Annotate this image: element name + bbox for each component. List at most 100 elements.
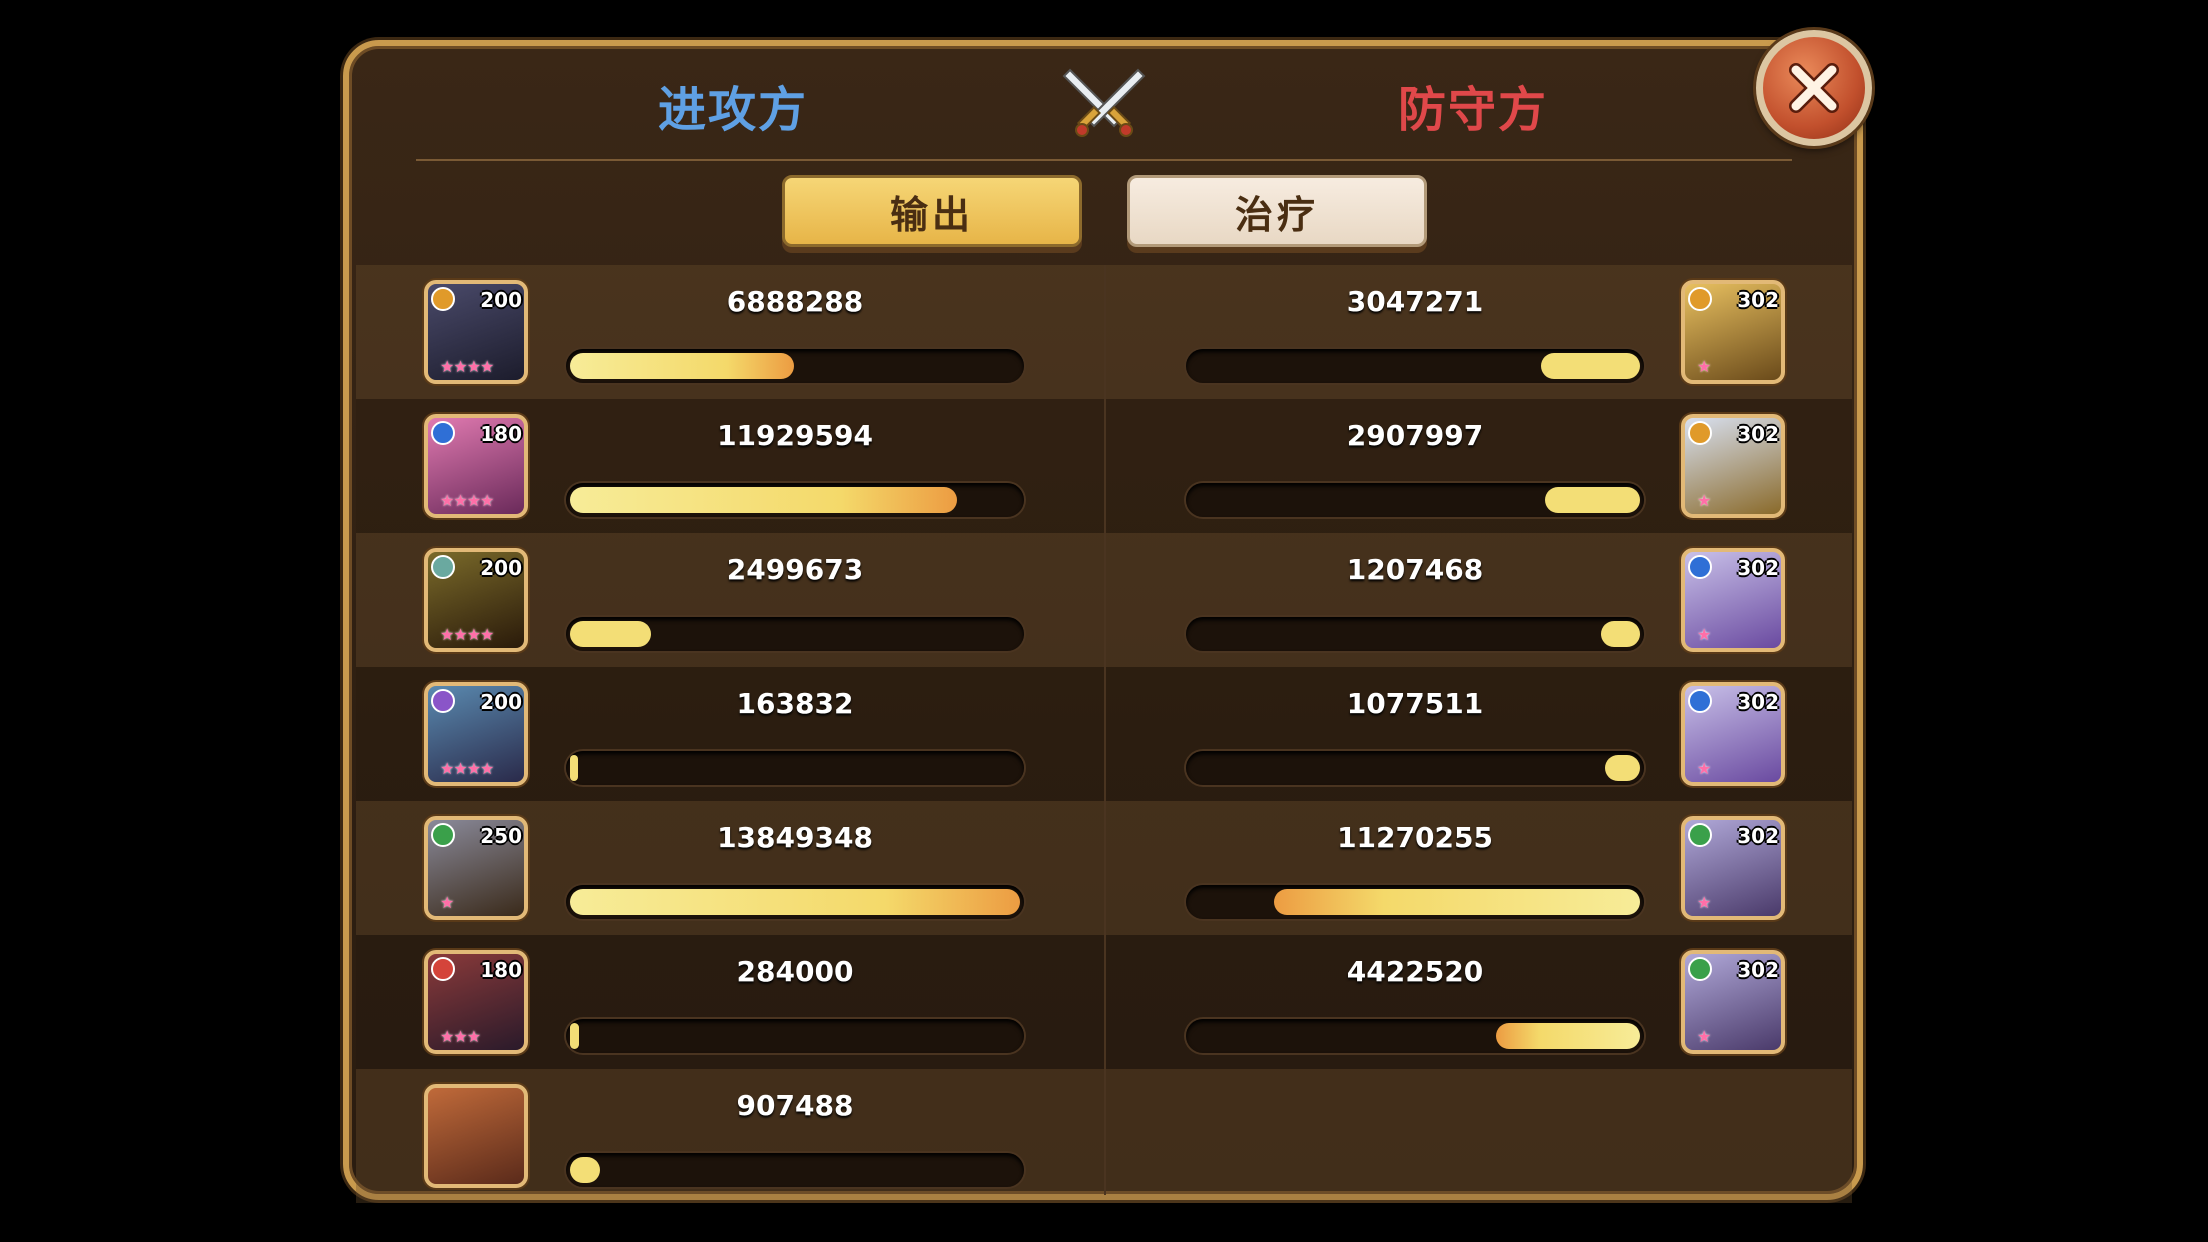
bar-fill	[570, 889, 1020, 915]
green-element-icon	[1688, 823, 1712, 847]
attacker-damage-bar	[566, 617, 1024, 651]
hero-avatar: 302 ★	[1681, 414, 1785, 518]
defender-damage-bar	[1186, 617, 1644, 651]
hero-avatar	[424, 1084, 528, 1188]
attacker-hero-portrait[interactable]: 200 ★★★★	[424, 548, 528, 652]
bar-fill	[1496, 1023, 1640, 1049]
gold-element-icon	[1688, 421, 1712, 445]
star-rating: ★	[1697, 1027, 1711, 1046]
attacker-hero-portrait[interactable]	[424, 1084, 528, 1188]
attacker-hero-portrait[interactable]: 200 ★★★★	[424, 682, 528, 786]
blue-element-icon	[1688, 555, 1712, 579]
hero-level: 250	[480, 824, 522, 848]
star-rating: ★	[1697, 759, 1711, 778]
blue-element-icon	[431, 421, 455, 445]
attacker-hero-portrait[interactable]: 250 ★	[424, 816, 528, 920]
star-rating: ★★★★	[440, 357, 494, 376]
attacker-damage-bar	[566, 751, 1024, 785]
blue-element-icon	[1688, 689, 1712, 713]
defender-damage-value: 2907997	[1346, 419, 1484, 452]
hero-avatar: 180 ★★★	[424, 950, 528, 1054]
attacker-damage-value: 6888288	[726, 285, 864, 318]
attacker-damage-value: 11929594	[717, 419, 873, 452]
attacker-damage-bar	[566, 1019, 1024, 1053]
hero-level: 200	[480, 556, 522, 580]
bar-fill	[570, 487, 957, 513]
attacker-damage-bar	[566, 349, 1024, 383]
hero-level: 200	[480, 690, 522, 714]
bar-fill	[570, 1157, 600, 1183]
purple-element-icon	[431, 689, 455, 713]
defender-damage-value: 3047271	[1346, 285, 1484, 318]
attacker-damage-bar	[566, 1153, 1024, 1187]
hero-level: 302	[1737, 958, 1779, 982]
defender-title: 防守方	[1397, 82, 1548, 138]
defender-hero-portrait[interactable]: 302 ★	[1681, 816, 1785, 920]
bar-fill	[1274, 889, 1640, 915]
defender-damage-bar	[1186, 349, 1644, 383]
star-rating: ★★★	[440, 1027, 481, 1046]
defender-damage-bar	[1186, 1019, 1644, 1053]
defender-hero-portrait[interactable]: 302 ★	[1681, 414, 1785, 518]
center-divider	[1104, 265, 1106, 1195]
green-element-icon	[431, 823, 455, 847]
defender-hero-portrait[interactable]: 302 ★	[1681, 682, 1785, 786]
star-rating: ★★★★	[440, 625, 494, 644]
tab-output[interactable]: 输出	[782, 175, 1082, 247]
close-icon	[1789, 63, 1839, 113]
hero-avatar: 302 ★	[1681, 548, 1785, 652]
star-rating: ★	[1697, 625, 1711, 644]
hero-level: 200	[480, 288, 522, 312]
hero-level: 180	[480, 958, 522, 982]
attacker-damage-value: 907488	[736, 1089, 854, 1122]
hero-level: 180	[480, 422, 522, 446]
green-element-icon	[1688, 957, 1712, 981]
crossed-swords-icon	[1062, 68, 1146, 137]
defender-damage-bar	[1186, 885, 1644, 919]
bar-fill	[1601, 621, 1640, 647]
header-divider	[416, 159, 1792, 161]
attacker-hero-portrait[interactable]: 180 ★★★★	[424, 414, 528, 518]
hero-avatar: 250 ★	[424, 816, 528, 920]
hero-avatar: 200 ★★★★	[424, 280, 528, 384]
hero-avatar: 180 ★★★★	[424, 414, 528, 518]
hero-avatar: 302 ★	[1681, 280, 1785, 384]
star-rating: ★★★★	[440, 491, 494, 510]
hero-avatar: 200 ★★★★	[424, 548, 528, 652]
defender-hero-portrait[interactable]: 302 ★	[1681, 280, 1785, 384]
attacker-damage-value: 2499673	[726, 553, 864, 586]
gold-element-icon	[431, 287, 455, 311]
defender-damage-value: 11270255	[1337, 821, 1493, 854]
hero-avatar: 302 ★	[1681, 816, 1785, 920]
close-button[interactable]	[1756, 30, 1872, 146]
tab-heal[interactable]: 治疗	[1127, 175, 1427, 247]
star-rating: ★	[1697, 491, 1711, 510]
hero-level: 302	[1737, 824, 1779, 848]
hero-level: 302	[1737, 556, 1779, 580]
hero-level: 302	[1737, 422, 1779, 446]
star-rating: ★	[1697, 357, 1711, 376]
red-element-icon	[431, 957, 455, 981]
attacker-damage-bar	[566, 885, 1024, 919]
bar-fill	[1605, 755, 1640, 781]
bar-fill	[570, 1023, 579, 1049]
hero-level: 302	[1737, 690, 1779, 714]
bar-fill	[570, 621, 651, 647]
attacker-damage-value: 284000	[736, 955, 854, 988]
star-rating: ★	[1697, 893, 1711, 912]
attacker-title: 进攻方	[657, 82, 808, 138]
star-rating: ★	[440, 893, 454, 912]
attacker-hero-portrait[interactable]: 180 ★★★	[424, 950, 528, 1054]
defender-damage-value: 4422520	[1346, 955, 1484, 988]
bar-fill	[570, 755, 578, 781]
defender-hero-portrait[interactable]: 302 ★	[1681, 950, 1785, 1054]
bar-fill	[570, 353, 794, 379]
defender-hero-portrait[interactable]: 302 ★	[1681, 548, 1785, 652]
attacker-damage-value: 13849348	[717, 821, 873, 854]
gold-element-icon	[1688, 287, 1712, 311]
defender-damage-value: 1207468	[1346, 553, 1484, 586]
attacker-hero-portrait[interactable]: 200 ★★★★	[424, 280, 528, 384]
defender-damage-bar	[1186, 483, 1644, 517]
defender-damage-bar	[1186, 751, 1644, 785]
hero-avatar: 302 ★	[1681, 682, 1785, 786]
